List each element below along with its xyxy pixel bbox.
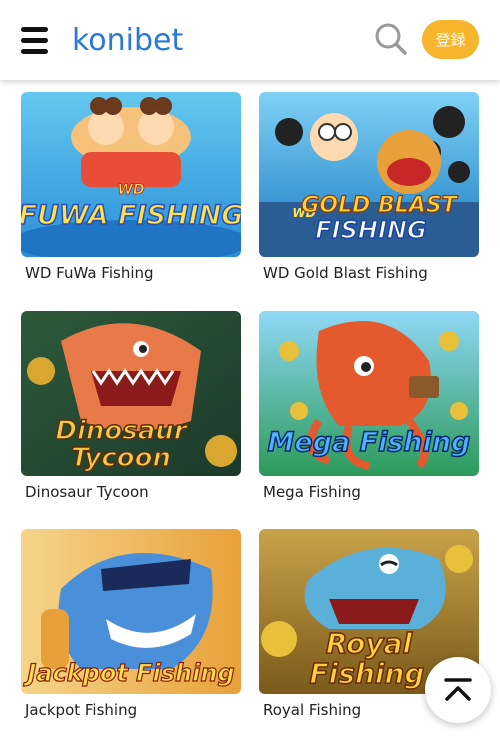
game-title[interactable]: Dinosaur Tycoon bbox=[21, 483, 241, 501]
game-thumbnail[interactable]: Jackpot Fishing bbox=[21, 529, 241, 694]
back-to-top-button[interactable] bbox=[425, 657, 491, 723]
svg-text:Fishing: Fishing bbox=[310, 657, 425, 690]
chevron-up-bar-icon bbox=[444, 678, 472, 701]
game-card-fuwa-fishing[interactable]: WD FUWA FISHING WD FuWa Fishing bbox=[21, 92, 241, 282]
svg-text:Mega Fishing: Mega Fishing bbox=[268, 427, 471, 458]
game-thumbnail[interactable]: WD FUWA FISHING bbox=[21, 92, 241, 257]
svg-text:Dinosaur: Dinosaur bbox=[55, 416, 188, 446]
game-title[interactable]: WD FuWa Fishing bbox=[21, 264, 241, 282]
game-card-gold-blast-fishing[interactable]: WD GOLD BLAST FISHING WD Gold Blast Fish… bbox=[259, 92, 479, 282]
svg-text:GOLD BLAST: GOLD BLAST bbox=[301, 193, 458, 218]
konibet-logo[interactable]: konibet bbox=[72, 22, 212, 58]
top-header: konibet 登録 bbox=[0, 0, 500, 80]
game-card-jackpot-fishing[interactable]: Jackpot Fishing Jackpot Fishing bbox=[21, 529, 241, 719]
svg-text:Jackpot Fishing: Jackpot Fishing bbox=[23, 659, 234, 687]
svg-text:WD: WD bbox=[117, 182, 144, 198]
svg-text:FUWA FISHING: FUWA FISHING bbox=[21, 200, 241, 231]
game-title[interactable]: WD Gold Blast Fishing bbox=[259, 264, 479, 282]
svg-text:konibet: konibet bbox=[72, 23, 184, 58]
game-thumbnail[interactable]: WD GOLD BLAST FISHING bbox=[259, 92, 479, 257]
game-card-dinosaur-tycoon[interactable]: Dinosaur Tycoon Dinosaur Tycoon bbox=[21, 311, 241, 501]
svg-text:Tycoon: Tycoon bbox=[71, 443, 171, 473]
svg-text:FISHING: FISHING bbox=[315, 216, 426, 244]
game-card-mega-fishing[interactable]: Mega Fishing Mega Fishing bbox=[259, 311, 479, 501]
search-icon[interactable] bbox=[374, 22, 408, 56]
game-title[interactable]: Jackpot Fishing bbox=[21, 701, 241, 719]
game-thumbnail[interactable]: Mega Fishing bbox=[259, 311, 479, 476]
register-button[interactable]: 登録 bbox=[422, 20, 479, 59]
hamburger-icon[interactable] bbox=[21, 27, 48, 54]
game-thumbnail[interactable]: Dinosaur Tycoon bbox=[21, 311, 241, 476]
svg-text:Royal: Royal bbox=[326, 627, 413, 660]
game-title[interactable]: Mega Fishing bbox=[259, 483, 479, 501]
